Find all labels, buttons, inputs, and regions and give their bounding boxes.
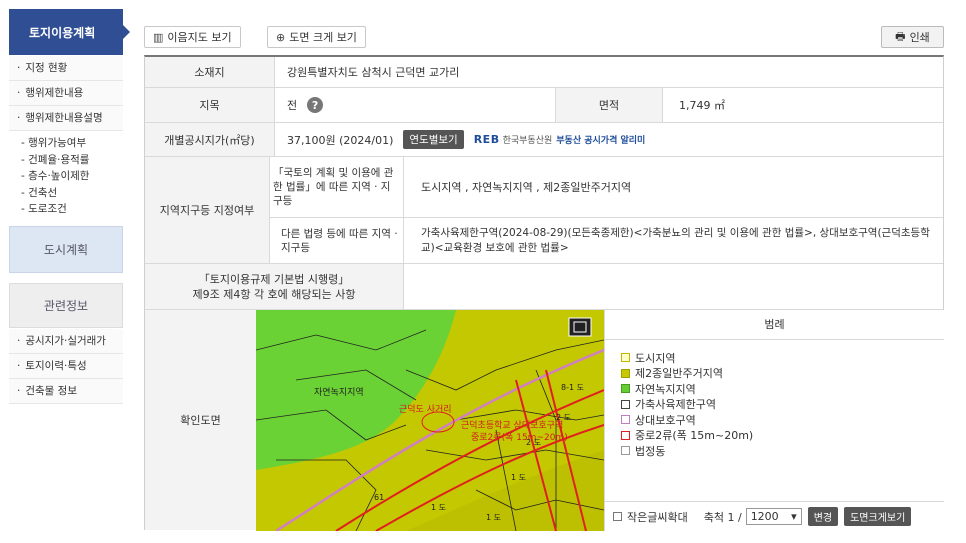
legend-item: 자연녹지지역 <box>621 381 944 397</box>
sidebar-title[interactable]: 토지이용계획 <box>9 9 130 55</box>
printer-icon: 🖶 <box>895 29 906 43</box>
legend-title: 범례 <box>605 310 944 340</box>
area-label: 면적 <box>556 88 662 122</box>
legend-item: 상대보호구역 <box>621 412 944 428</box>
map-label-parcel: 근덕도 사거리 <box>399 404 452 415</box>
sidebar-sub-road[interactable]: - 도로조건 <box>21 201 123 218</box>
sidebar-item-restriction-desc[interactable]: · 행위제한내용설명 <box>9 106 123 131</box>
sidebar: 토지이용계획 · 지정 현황 · 행위제한내용 · 행위제한내용설명 - 행위가능여부… <box>0 0 130 543</box>
zoom-view-button[interactable]: ⊕ 도면 크게 보기 <box>267 26 366 48</box>
legend-items: 도시지역 제2종일반주거지역 자연녹지지역 가축사육제한구역 상대보호구역 중로… <box>605 340 944 459</box>
price-cell: 37,100원 (2024/01) 연도별보기 REB 한국부동산원 부동산 공… <box>287 123 937 156</box>
sidebar-sub-possible[interactable]: - 행위가능여부 <box>21 135 123 152</box>
decree-value <box>415 264 935 309</box>
legend-swatch <box>621 446 630 456</box>
sidebar-item-history[interactable]: · 토지이력·특성 <box>9 354 123 379</box>
parcel-label: 1 도 <box>511 473 526 482</box>
national-law-value: 도시지역 , 자연녹지지역 , 제2종일반주거지역 <box>421 181 632 194</box>
national-law-label: 「국토의 계획 및 이용에 관한 법률」에 따른 지역 · 지구등 <box>273 167 394 207</box>
legend-item: 가축사육제한구역 <box>621 397 944 413</box>
legend-swatch <box>621 399 630 409</box>
legend-controls: 작은글씨확대 축척 1 / 1200 ▾ 변경 도면크게보기 <box>605 501 944 531</box>
land-use-map[interactable]: 자연녹지지역 근덕도 사거리 근덕초등학교 상대보호구역 중로2류(폭 15m~… <box>256 310 604 531</box>
city-plan-button[interactable]: 도시계획 <box>9 226 123 273</box>
confirm-map-label: 확인도면 <box>145 310 256 530</box>
scale-select[interactable]: 1200 ▾ <box>745 508 802 525</box>
map-legend: 범례 도시지역 제2종일반주거지역 자연녹지지역 가축사육제한구역 상대보호구역… <box>604 310 944 531</box>
zone-label: 지역지구등 지정여부 <box>145 157 269 263</box>
price-value: 37,100원 (2024/01) <box>287 133 394 147</box>
legend-swatch <box>621 415 630 425</box>
other-law-label: 다른 법령 등에 따른 지역 · 지구등 <box>281 227 398 254</box>
scale-label: 축척 1 / <box>703 510 742 524</box>
chevron-down-icon: ▾ <box>791 510 797 523</box>
legend-item: 제2종일반주거지역 <box>621 366 944 382</box>
sidebar-item-building[interactable]: · 건축물 정보 <box>9 379 123 404</box>
map-label-green: 자연녹지지역 <box>314 387 364 398</box>
legend-item: 중로2류(폭 15m~20m) <box>621 428 944 444</box>
sidebar-sub-height[interactable]: - 층수·높이제한 <box>21 168 123 185</box>
jimok-cell: 전 ? <box>287 88 547 122</box>
sidebar-bottom-list: · 공시지가·실거래가 · 토지이력·특성 · 건축물 정보 <box>9 329 123 404</box>
map-zoom-button[interactable]: 도면크게보기 <box>844 507 912 526</box>
map-view-button[interactable]: ▥ 이음지도 보기 <box>144 26 241 48</box>
related-info-button[interactable]: 관련정보 <box>9 283 123 328</box>
legend-item: 법정동 <box>621 443 944 459</box>
help-icon[interactable]: ? <box>307 97 324 113</box>
area-value: 1,749 ㎡ <box>679 99 725 112</box>
reb-link[interactable]: REB 한국부동산원 부동산 공시가격 알리미 <box>474 133 646 146</box>
location-label: 소재지 <box>145 57 274 87</box>
legend-swatch <box>621 430 630 440</box>
reb-logo: REB <box>473 133 500 146</box>
jimok-label: 지목 <box>145 88 274 122</box>
sidebar-item-status[interactable]: · 지정 현황 <box>9 56 123 81</box>
map-icon: ▥ <box>153 30 164 44</box>
other-law-value: 가축사육제한구역(2024-08-29)(모든축종제한)<가축분뇨의 관리 및 … <box>421 226 930 254</box>
legend-swatch <box>621 368 630 378</box>
land-info-table: 소재지 강원특별자치도 삼척시 근덕면 교가리 지목 전 ? 면적 1,749 … <box>144 55 944 531</box>
price-label: 개별공시지가(㎡당) <box>145 123 274 156</box>
parcel-label: 8-1 도 <box>561 383 584 392</box>
map-svg: 자연녹지지역 근덕도 사거리 근덕초등학교 상대보호구역 중로2류(폭 15m~… <box>256 310 604 531</box>
magnifier-icon: ⊕ <box>276 30 286 44</box>
year-view-button[interactable]: 연도별보기 <box>403 130 464 149</box>
small-text-checkbox[interactable] <box>613 512 622 521</box>
map-label-school: 근덕초등학교 상대보호구역 <box>461 420 563 431</box>
sidebar-sub-building-line[interactable]: - 건축선 <box>21 185 123 202</box>
small-text-label: 작은글씨확대 <box>627 510 688 524</box>
jimok-value: 전 <box>287 99 298 112</box>
sidebar-sub-coverage[interactable]: - 건폐율·용적률 <box>21 152 123 169</box>
parcel-label: 61 <box>374 493 384 502</box>
parcel-label: 2 도 <box>556 413 571 422</box>
parcel-label: 1 도 <box>486 513 501 522</box>
print-button[interactable]: 🖶 인쇄 <box>881 26 944 48</box>
sidebar-sub-list: - 행위가능여부 - 건폐율·용적률 - 층수·높이제한 - 건축선 - 도로조… <box>9 131 123 222</box>
sidebar-item-restriction[interactable]: · 행위제한내용 <box>9 81 123 106</box>
change-scale-button[interactable]: 변경 <box>807 507 839 526</box>
parcel-label: 2 도 <box>526 438 541 447</box>
location-value: 강원특별자치도 삼척시 근덕면 교가리 <box>287 66 460 79</box>
legend-swatch <box>621 353 630 363</box>
legend-swatch <box>621 384 630 394</box>
sidebar-top-list: · 지정 현황 · 행위제한내용 · 행위제한내용설명 - 행위가능여부 - 건폐율·… <box>9 56 123 222</box>
sidebar-item-price[interactable]: · 공시지가·실거래가 <box>9 329 123 354</box>
legend-item: 도시지역 <box>621 350 944 366</box>
map-label-road: 중로2류(폭 15m~20m) <box>471 432 568 443</box>
decree-label: 「토지이용규제 기본법 시행령」 제9조 제4항 각 호에 해당되는 사항 <box>145 264 403 309</box>
parcel-label: 1 도 <box>431 503 446 512</box>
